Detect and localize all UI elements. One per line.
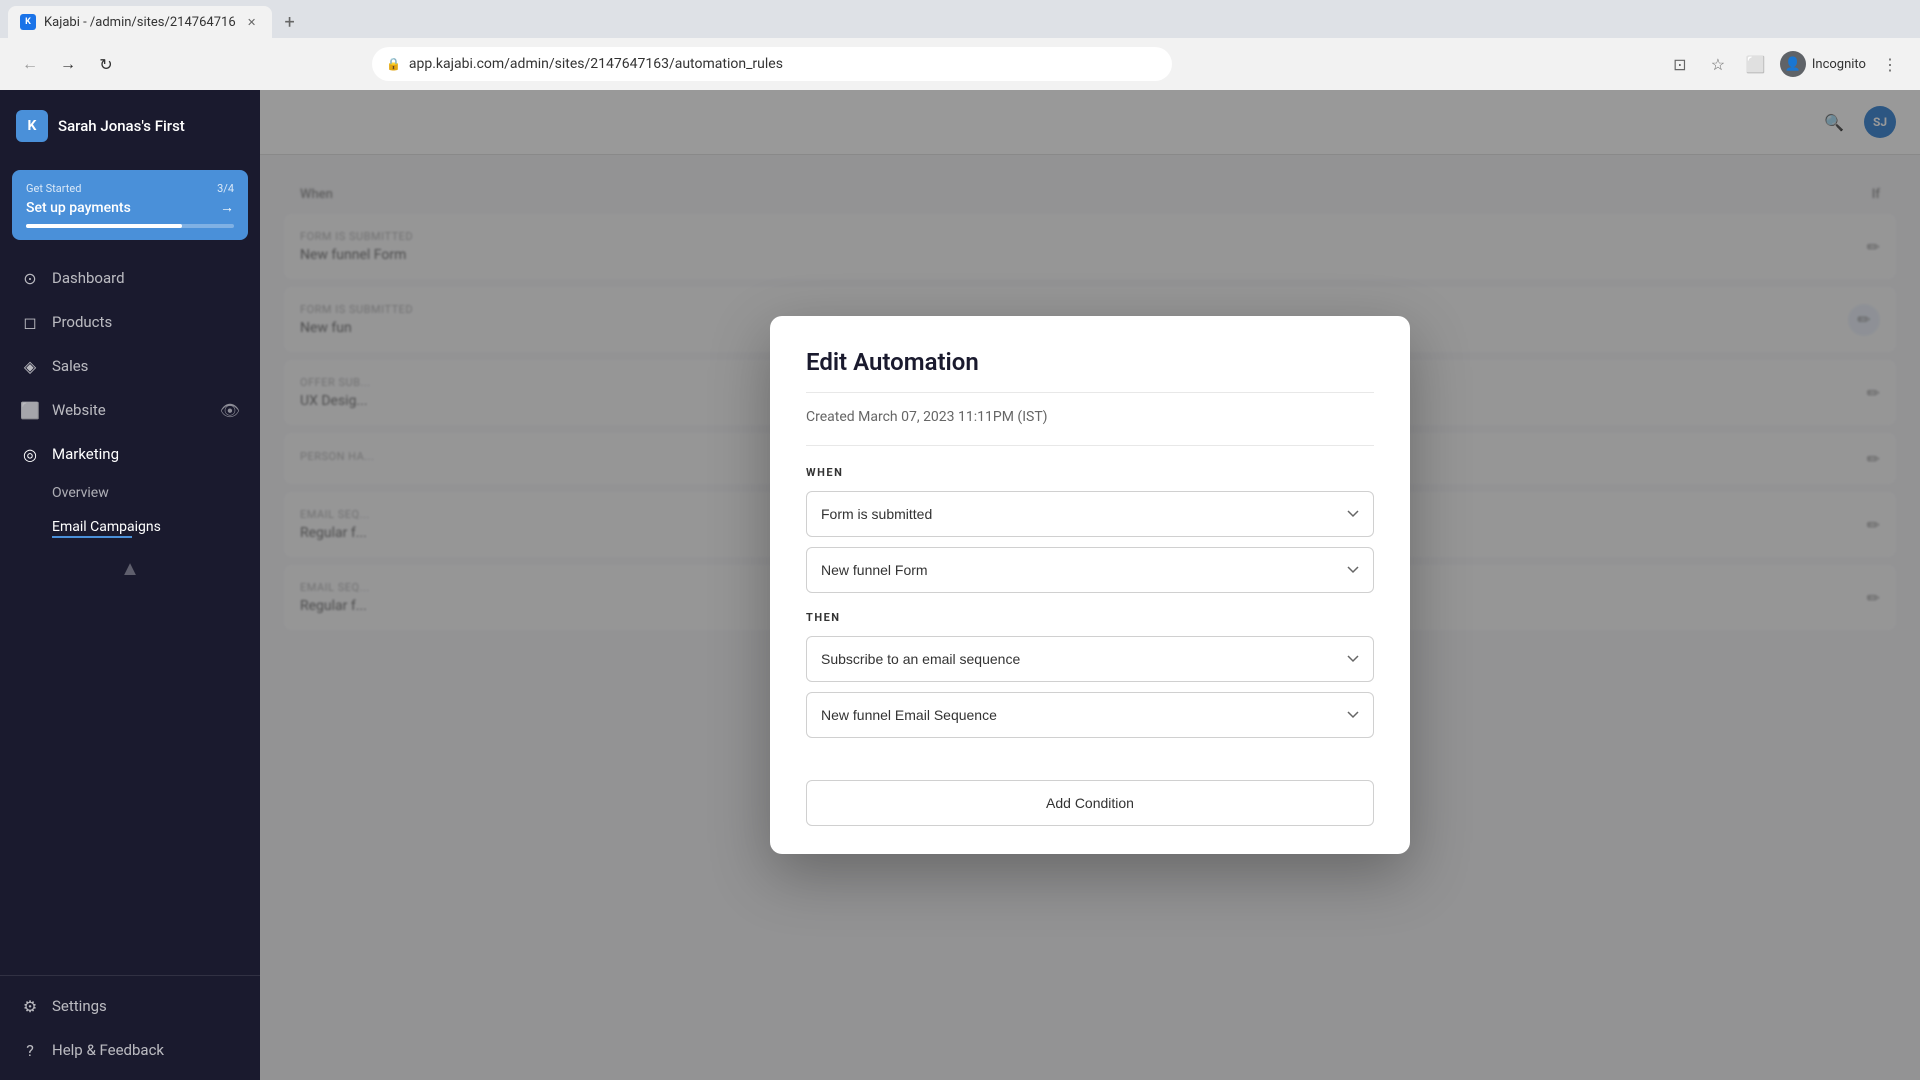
- get-started-progress-bar-bg: [26, 224, 234, 228]
- sidebar-brand-name: Sarah Jonas's First: [58, 117, 185, 135]
- get-started-action: Set up payments →: [26, 199, 234, 216]
- eye-icon: 👁: [220, 401, 240, 420]
- sidebar-nav: ⊙ Dashboard ◻ Products ◈ Sales ⬜ Website…: [0, 248, 260, 975]
- settings-icon: ⚙: [20, 996, 40, 1016]
- modal-title: Edit Automation: [806, 348, 1374, 376]
- menu-button[interactable]: ⋮: [1876, 50, 1904, 78]
- sidebar-item-marketing[interactable]: ◎ Marketing: [0, 432, 260, 476]
- sidebar-item-sales[interactable]: ◈ Sales: [0, 344, 260, 388]
- main-content: 🔍 SJ When If Form is submitted New funne…: [260, 90, 1920, 1080]
- sidebar-item-label: Products: [52, 313, 112, 331]
- extensions-button[interactable]: ⬜: [1742, 50, 1770, 78]
- lock-icon: 🔒: [386, 57, 401, 71]
- sidebar-item-label: Marketing: [52, 445, 119, 463]
- get-started-progress-fill: [26, 224, 182, 228]
- sidebar-sub-email-campaigns[interactable]: Email Campaigns: [0, 510, 260, 544]
- cast-button[interactable]: ⊡: [1666, 50, 1694, 78]
- reload-button[interactable]: ↻: [92, 50, 120, 78]
- sub-item-label: Email Campaigns: [52, 519, 161, 535]
- sidebar-item-label: Website: [52, 401, 106, 419]
- get-started-label: Get Started 3/4: [26, 182, 234, 195]
- sidebar-sub-overview[interactable]: Overview: [0, 476, 260, 510]
- sidebar-logo: K: [16, 110, 48, 142]
- sidebar-item-website[interactable]: ⬜ Website 👁: [0, 388, 260, 432]
- sidebar-item-settings[interactable]: ⚙ Settings: [0, 984, 260, 1028]
- browser-chrome: K Kajabi - /admin/sites/214764716 ✕ + ← …: [0, 0, 1920, 90]
- back-button[interactable]: ←: [16, 50, 44, 78]
- url-text: app.kajabi.com/admin/sites/2147647163/au…: [409, 56, 783, 72]
- then-section-label: THEN: [806, 611, 1374, 624]
- modal-created-date: Created March 07, 2023 11:11PM (IST): [806, 409, 1374, 425]
- email-sequence-select[interactable]: New funnel Email Sequence: [806, 692, 1374, 738]
- modal-footer: Add Condition: [770, 780, 1410, 854]
- dashboard-icon: ⊙: [20, 268, 40, 288]
- modal-divider-1: [806, 392, 1374, 393]
- sidebar-item-label: Dashboard: [52, 269, 125, 287]
- app-container: K Sarah Jonas's First Get Started 3/4 Se…: [0, 90, 1920, 1080]
- tab-favicon: K: [20, 14, 36, 30]
- edit-automation-modal: Edit Automation Created March 07, 2023 1…: [770, 316, 1410, 854]
- website-icon: ⬜: [20, 400, 40, 420]
- new-tab-button[interactable]: +: [276, 8, 304, 36]
- products-icon: ◻: [20, 312, 40, 332]
- sub-item-label: Overview: [52, 485, 109, 501]
- tab-close-button[interactable]: ✕: [244, 14, 260, 30]
- then-action-select[interactable]: Subscribe to an email sequence: [806, 636, 1374, 682]
- sidebar-item-label: Sales: [52, 357, 88, 375]
- marketing-icon: ◎: [20, 444, 40, 464]
- incognito-label: Incognito: [1812, 57, 1866, 72]
- sidebar-item-help[interactable]: ? Help & Feedback: [0, 1028, 260, 1072]
- sales-icon: ◈: [20, 356, 40, 376]
- when-section-label: WHEN: [806, 466, 1374, 479]
- tab-title: Kajabi - /admin/sites/214764716: [44, 15, 236, 30]
- sidebar-item-dashboard[interactable]: ⊙ Dashboard: [0, 256, 260, 300]
- incognito-icon: 👤: [1780, 51, 1806, 77]
- address-bar[interactable]: 🔒 app.kajabi.com/admin/sites/2147647163/…: [372, 47, 1172, 81]
- modal-divider-2: [806, 445, 1374, 446]
- incognito-button[interactable]: 👤 Incognito: [1780, 51, 1866, 77]
- forward-button[interactable]: →: [54, 50, 82, 78]
- collapse-icon[interactable]: ▲: [120, 556, 140, 581]
- add-condition-button[interactable]: Add Condition: [806, 780, 1374, 826]
- sidebar: K Sarah Jonas's First Get Started 3/4 Se…: [0, 90, 260, 1080]
- get-started-banner[interactable]: Get Started 3/4 Set up payments →: [12, 170, 248, 240]
- sidebar-item-label: Help & Feedback: [52, 1041, 164, 1059]
- when-select[interactable]: Form is submitted: [806, 491, 1374, 537]
- help-icon: ?: [20, 1040, 40, 1060]
- active-tab[interactable]: K Kajabi - /admin/sites/214764716 ✕: [8, 6, 272, 38]
- sidebar-header: K Sarah Jonas's First: [0, 90, 260, 162]
- form-select[interactable]: New funnel Form: [806, 547, 1374, 593]
- bookmark-button[interactable]: ☆: [1704, 50, 1732, 78]
- sidebar-item-label: Settings: [52, 997, 107, 1015]
- sidebar-item-products[interactable]: ◻ Products: [0, 300, 260, 344]
